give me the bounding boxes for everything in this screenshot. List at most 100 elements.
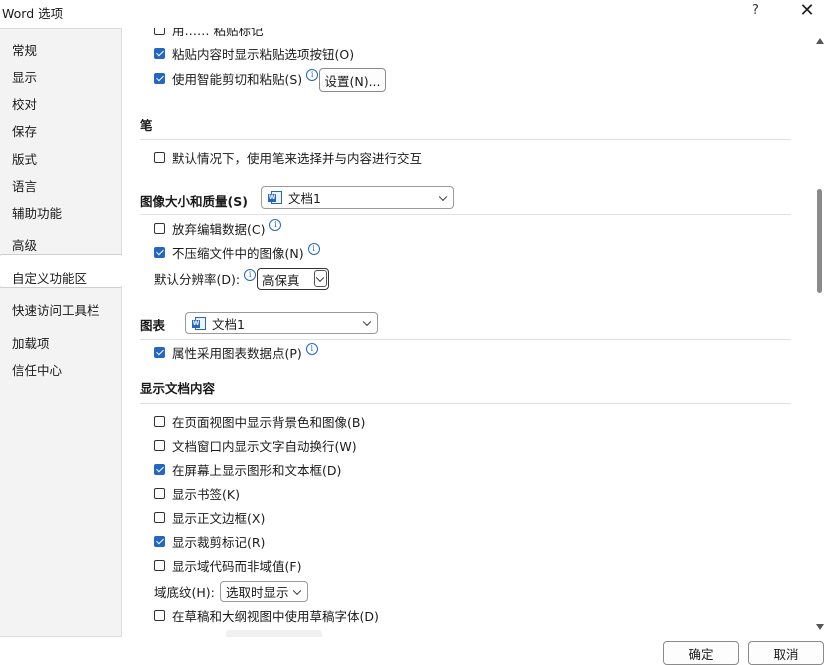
- chevron-down-icon: [438, 192, 448, 201]
- display-option-label: 文档窗口内显示文字自动换行(W): [172, 438, 357, 454]
- checkbox[interactable]: [154, 151, 165, 163]
- discard-edit-row[interactable]: 放弃编辑数据(C) i: [154, 219, 282, 237]
- sidebar-item-general[interactable]: 常规: [12, 40, 37, 59]
- discard-edit-label: 放弃编辑数据(C): [172, 221, 266, 237]
- cut-off-option-row[interactable]: 用…… 粘贴标记: [154, 28, 263, 38]
- scroll-up-arrow-icon[interactable]: [816, 38, 824, 44]
- field-shading-select[interactable]: 选取时显示: [220, 581, 308, 602]
- close-button[interactable]: ✕: [797, 0, 817, 22]
- settings-button[interactable]: 设置(N)...: [319, 68, 386, 92]
- checkbox[interactable]: [154, 487, 165, 499]
- checkbox[interactable]: [154, 222, 165, 234]
- display-option-label: 显示书签(K): [172, 486, 240, 502]
- display-option-label: 显示正文边框(X): [172, 510, 266, 526]
- chart-document-value: 文档1: [212, 316, 245, 332]
- checkbox[interactable]: [154, 511, 165, 523]
- window-title: Word 选项: [2, 6, 64, 21]
- cut-off-control: [226, 630, 322, 637]
- chevron-down-icon: [292, 586, 302, 595]
- checkbox-checked[interactable]: [154, 72, 165, 84]
- sidebar-item-advanced[interactable]: 高级: [12, 235, 37, 254]
- section-divider: [140, 403, 791, 404]
- section-divider: [140, 214, 791, 215]
- title-bar: Word 选项 ? ✕: [0, 0, 831, 28]
- display-option-label: 显示裁剪标记(R): [172, 534, 266, 550]
- cut-off-option-label: 用…… 粘贴标记: [172, 28, 264, 38]
- field-shading-label: 域底纹(H):: [154, 584, 215, 600]
- info-icon: i: [244, 269, 257, 281]
- display-option-label: 在页面视图中显示背景色和图像(B): [172, 414, 366, 430]
- draft-font-label: 在草稿和大纲视图中使用草稿字体(D): [172, 608, 379, 624]
- ok-button[interactable]: 确定: [663, 641, 739, 665]
- dialog-footer: 确定 取消: [0, 637, 831, 665]
- checkbox-checked[interactable]: [154, 535, 165, 547]
- word-document-icon: W: [268, 191, 282, 204]
- sidebar-item-language[interactable]: 语言: [12, 176, 37, 195]
- sidebar-item-accessibility[interactable]: 辅助功能: [12, 203, 62, 222]
- sidebar-item-typography[interactable]: 版式: [12, 149, 37, 168]
- chart-section-header: 图表: [140, 318, 166, 333]
- sidebar-item-customize-ribbon[interactable]: 自定义功能区: [12, 268, 87, 287]
- paste-options-label: 粘贴内容时显示粘贴选项按钮(O): [172, 46, 355, 62]
- display-section-header: 显示文档内容: [140, 381, 216, 396]
- sidebar-item-display[interactable]: 显示: [12, 67, 37, 86]
- checkbox[interactable]: [154, 415, 165, 427]
- checkbox[interactable]: [154, 28, 165, 35]
- no-compress-label: 不压缩文件中的图像(N): [172, 245, 304, 261]
- default-resolution-label: 默认分辨率(D):: [154, 271, 241, 287]
- pen-section-header: 笔: [140, 118, 153, 133]
- draft-font-row[interactable]: 在草稿和大纲视图中使用草稿字体(D): [154, 606, 379, 624]
- section-divider: [140, 139, 791, 140]
- checkbox-checked[interactable]: [154, 463, 165, 475]
- no-compress-row[interactable]: 不压缩文件中的图像(N) i: [154, 243, 320, 261]
- image-document-select[interactable]: W 文档1: [261, 186, 454, 209]
- sidebar-item-save[interactable]: 保存: [12, 121, 37, 140]
- sidebar-item-addins[interactable]: 加载项: [12, 333, 50, 352]
- image-section-header: 图像大小和质量(S): [140, 194, 248, 209]
- display-option-row[interactable]: 在页面视图中显示背景色和图像(B): [154, 412, 365, 430]
- info-icon: i: [306, 69, 319, 81]
- info-icon: i: [269, 219, 282, 231]
- sidebar-item-proofing[interactable]: 校对: [12, 94, 37, 113]
- options-sidebar: 常规 显示 校对 保存 版式 语言 辅助功能 高级 自定义功能区 快速访问工具栏…: [0, 28, 123, 637]
- section-divider: [140, 339, 791, 340]
- default-resolution-value: 高保真: [262, 272, 300, 288]
- display-option-label: 显示域代码而非域值(F): [172, 558, 302, 574]
- checkbox-checked[interactable]: [154, 47, 165, 59]
- checkbox[interactable]: [154, 439, 165, 451]
- scroll-down-arrow-icon[interactable]: [816, 624, 824, 630]
- display-option-row[interactable]: 在屏幕上显示图形和文本框(D): [154, 460, 341, 478]
- default-resolution-row: 默认分辨率(D): i: [154, 269, 257, 287]
- scrollbar-thumb[interactable]: [817, 189, 822, 293]
- chevron-down-icon: [362, 317, 372, 327]
- info-icon: i: [307, 243, 320, 255]
- checkbox[interactable]: [154, 609, 165, 621]
- chart-props-row[interactable]: 属性采用图表数据点(P) i: [154, 343, 318, 361]
- display-option-row[interactable]: 显示正文边框(X): [154, 508, 265, 526]
- display-option-label: 在屏幕上显示图形和文本框(D): [172, 462, 342, 478]
- pen-default-label: 默认情况下，使用笔来选择并与内容进行交互: [172, 150, 423, 166]
- smart-cut-row[interactable]: 使用智能剪切和粘贴(S) i: [154, 69, 319, 87]
- field-shading-row: 域底纹(H):: [154, 582, 215, 600]
- cancel-button[interactable]: 取消: [748, 641, 824, 665]
- sidebar-item-quick-access-toolbar[interactable]: 快速访问工具栏: [12, 300, 100, 319]
- display-option-row[interactable]: 文档窗口内显示文字自动换行(W): [154, 436, 357, 454]
- vertical-scrollbar[interactable]: [808, 28, 831, 637]
- checkbox-checked[interactable]: [154, 346, 165, 358]
- smart-cut-label: 使用智能剪切和粘贴(S): [172, 71, 303, 87]
- sidebar-item-trust-center[interactable]: 信任中心: [12, 360, 62, 379]
- help-button[interactable]: ?: [752, 3, 759, 18]
- image-document-value: 文档1: [288, 191, 321, 206]
- info-icon: i: [305, 343, 318, 355]
- field-shading-value: 选取时显示: [226, 585, 289, 600]
- advanced-options-panel: 用…… 粘贴标记 粘贴内容时显示粘贴选项按钮(O) 使用智能剪切和粘贴(S) i…: [122, 28, 808, 637]
- display-option-row[interactable]: 显示书签(K): [154, 484, 240, 502]
- default-resolution-select[interactable]: 高保真: [257, 268, 329, 290]
- display-option-row[interactable]: 显示裁剪标记(R): [154, 532, 265, 550]
- checkbox[interactable]: [154, 559, 165, 571]
- checkbox-checked[interactable]: [154, 246, 165, 258]
- display-option-row[interactable]: 显示域代码而非域值(F): [154, 556, 301, 574]
- chart-document-select[interactable]: W 文档1: [185, 312, 378, 334]
- pen-default-row[interactable]: 默认情况下，使用笔来选择并与内容进行交互: [154, 148, 422, 166]
- paste-options-row[interactable]: 粘贴内容时显示粘贴选项按钮(O): [154, 44, 354, 62]
